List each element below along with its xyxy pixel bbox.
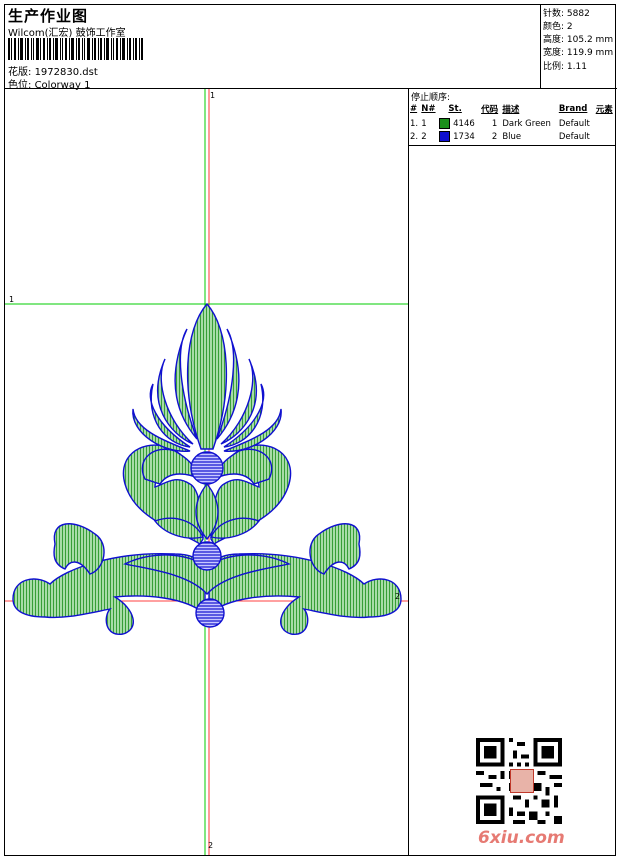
barcode-image bbox=[8, 38, 143, 60]
stats-block: 针数: 5882 颜色: 2 高度: 105.2 mm 宽度: 119.9 mm… bbox=[541, 5, 617, 89]
embroidery-design bbox=[5, 89, 408, 855]
col-index: # bbox=[410, 104, 418, 114]
col-code: 代码 bbox=[481, 105, 499, 115]
stat-colors: 颜色: 2 bbox=[543, 22, 573, 32]
page-title: 生产作业图 bbox=[8, 7, 89, 25]
stat-height: 高度: 105.2 mm bbox=[543, 35, 614, 45]
watermark-logo: 6xiu.com bbox=[478, 828, 565, 848]
table-row: 1. 1 4146 1 Dark Green Default bbox=[410, 118, 590, 129]
col-brand: Brand bbox=[558, 104, 588, 114]
guide-label-top: 1 bbox=[210, 91, 216, 100]
stat-width: 宽度: 119.9 mm bbox=[543, 48, 614, 58]
table-row: 2. 2 1734 2 Blue Default bbox=[409, 130, 616, 146]
col-stitches: St. bbox=[448, 104, 462, 114]
col-needle: N# bbox=[421, 104, 436, 114]
company-name: Wilcom(汇宏) 鼓饰工作室 bbox=[8, 28, 126, 39]
col-element: 元素 bbox=[595, 105, 613, 115]
col-description: 描述 bbox=[502, 105, 520, 115]
red-seal-stamp bbox=[510, 769, 534, 793]
guide-label-left: 1 bbox=[9, 295, 15, 304]
header-block: 生产作业图 Wilcom(汇宏) 鼓饰工作室 花版: 1972830.dst 色… bbox=[5, 5, 541, 91]
color-swatch-green bbox=[439, 118, 451, 129]
production-sheet: 生产作业图 Wilcom(汇宏) 鼓饰工作室 花版: 1972830.dst 色… bbox=[4, 4, 617, 856]
color-swatch-blue bbox=[439, 131, 451, 142]
guide-label-right: 2 bbox=[395, 592, 401, 601]
color-table-header: # N# St. 代码 描述 Brand 元素 bbox=[409, 101, 616, 117]
guide-label-bottom: 2 bbox=[208, 841, 214, 850]
stat-stitches: 针数: 5882 bbox=[543, 9, 590, 19]
embroidery-preview: 1 2 1 2 bbox=[5, 89, 409, 855]
color-table: # N# St. 代码 描述 Brand 元素 1. 1 4146 1 Dark… bbox=[409, 101, 616, 146]
stat-scale: 比例: 1.11 bbox=[543, 62, 587, 72]
